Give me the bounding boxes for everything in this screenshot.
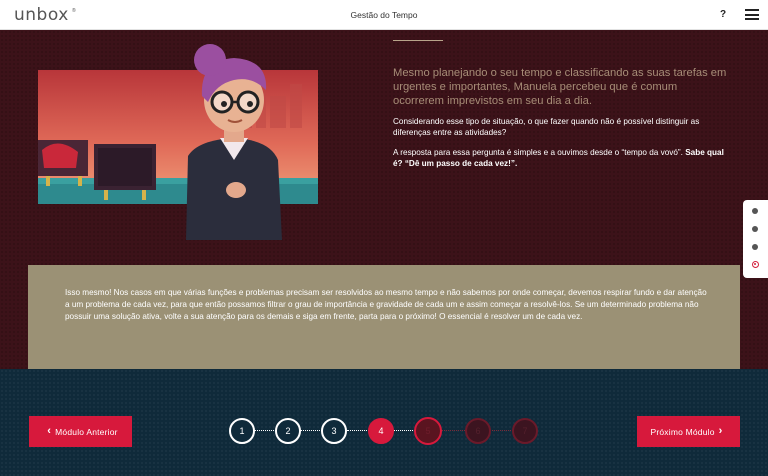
step-6-locked: 6 <box>465 418 491 444</box>
step-connector <box>254 430 276 431</box>
step-7-locked: 7 <box>512 418 538 444</box>
step-connector <box>441 430 467 431</box>
step-5[interactable]: 5 <box>414 417 442 445</box>
step-4-current[interactable]: 4 <box>368 418 394 444</box>
section-dot-4-active[interactable] <box>751 261 759 268</box>
course-title: Gestão do Tempo <box>350 10 418 20</box>
next-module-button[interactable]: Próximo Módulo › <box>637 416 740 447</box>
question-paragraph: Considerando esse tipo de situação, o qu… <box>393 117 700 137</box>
section-dot-3[interactable] <box>752 244 758 250</box>
step-1[interactable]: 1 <box>229 418 255 444</box>
manuela-illustration <box>38 44 318 240</box>
step-3[interactable]: 3 <box>321 418 347 444</box>
help-button[interactable]: ? <box>716 8 730 22</box>
explanation-text: Isso mesmo! Nos casos em que várias funç… <box>65 288 707 322</box>
explanation-box: Isso mesmo! Nos casos em que várias funç… <box>28 265 740 369</box>
step-connector <box>489 430 513 431</box>
answer-text: A resposta para essa pergunta é simples … <box>393 148 686 157</box>
hamburger-menu-icon[interactable] <box>745 9 759 21</box>
section-dot-2[interactable] <box>752 226 758 232</box>
next-module-label: Próximo Módulo <box>650 426 715 437</box>
question-icon: ? <box>719 9 727 20</box>
step-connector <box>393 430 415 431</box>
heading-divider <box>393 40 443 41</box>
step-2[interactable]: 2 <box>275 418 301 444</box>
chevron-right-icon: › <box>718 425 723 437</box>
step-connector <box>300 430 322 431</box>
answer-paragraph: A resposta para essa pergunta é simples … <box>393 147 728 169</box>
intro-paragraph: Mesmo planejando o seu tempo e classific… <box>393 67 727 107</box>
section-dot-1[interactable] <box>752 208 758 214</box>
step-connector <box>347 430 369 431</box>
section-dots-nav <box>743 200 768 278</box>
top-bar: unbox ® Gestão do Tempo ? <box>0 0 768 30</box>
